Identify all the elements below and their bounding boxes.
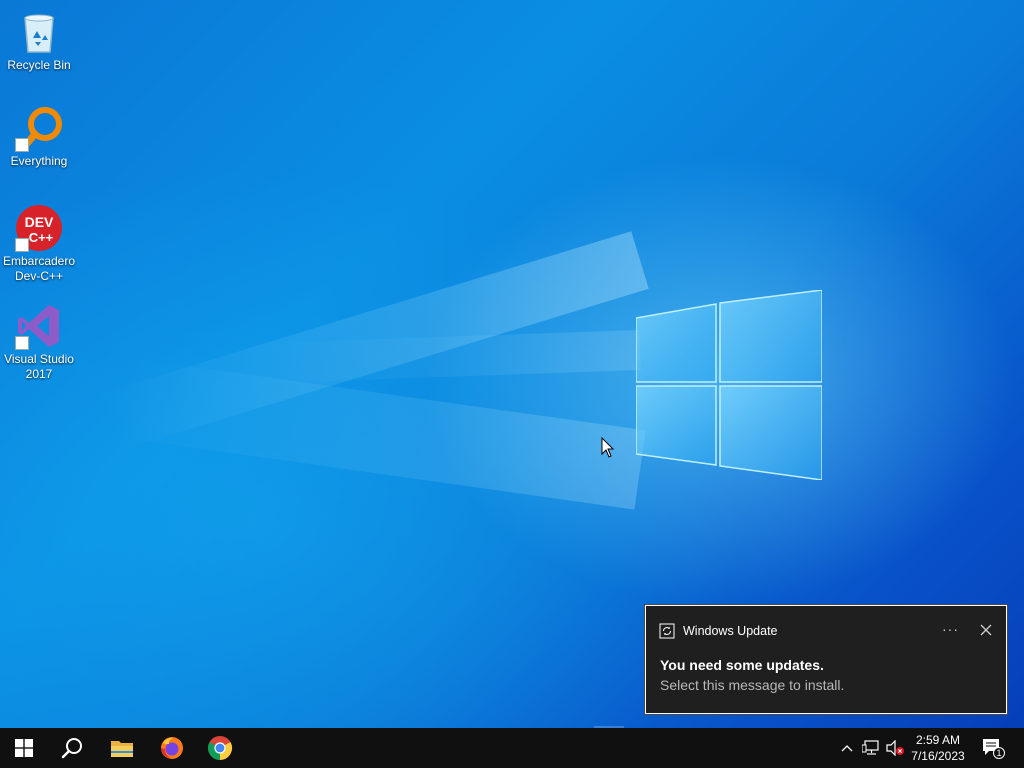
chrome-icon: [207, 736, 233, 760]
windows-logo-wallpaper: [636, 290, 822, 480]
desktop-icon-recycle-bin[interactable]: Recycle Bin: [0, 8, 78, 73]
file-explorer-button[interactable]: [98, 728, 146, 768]
action-center-icon: 1: [983, 739, 1005, 759]
desktop-icon-label: Recycle Bin: [7, 58, 71, 72]
notification-body: Select this message to install.: [660, 677, 845, 693]
volume-button[interactable]: [884, 728, 906, 768]
firefox-button[interactable]: [148, 728, 196, 768]
desktop-icon-visual-studio[interactable]: Visual Studio 2017: [0, 302, 78, 382]
notification-header: Windows Update ···: [659, 621, 993, 639]
search-button[interactable]: [48, 728, 96, 768]
svg-text:DEV: DEV: [25, 214, 54, 230]
shortcut-arrow-icon: [15, 336, 29, 350]
firefox-icon: [161, 737, 183, 759]
notification-app-name: Windows Update: [683, 624, 778, 638]
recycle-bin-icon: [24, 14, 54, 53]
action-center-button[interactable]: 1: [978, 728, 1008, 768]
notification-more-button[interactable]: ···: [942, 621, 959, 637]
desktop-icon-dev-cpp[interactable]: DEV C++ Embarcadero Dev-C++: [0, 204, 78, 284]
notification-count-badge: 1: [996, 748, 1001, 758]
light-beam: [259, 330, 641, 384]
update-icon: [659, 623, 675, 639]
shortcut-arrow-icon: [15, 238, 29, 252]
start-button[interactable]: [0, 728, 48, 768]
light-beam: [119, 358, 646, 510]
clock-date: 7/16/2023: [911, 749, 965, 763]
svg-text:C++: C++: [29, 230, 54, 245]
close-icon[interactable]: [979, 623, 993, 637]
clock[interactable]: 2:59 AM 7/16/2023: [906, 730, 970, 766]
notification-title: You need some updates.: [660, 657, 824, 673]
clock-time: 2:59 AM: [915, 733, 961, 747]
folder-icon: [111, 741, 133, 757]
desktop-background[interactable]: Recycle Bin Everything DEV C++ Embarcade…: [0, 0, 1024, 728]
chrome-button[interactable]: [196, 728, 244, 768]
windows-logo-icon: [15, 739, 33, 757]
desktop-icon-label: Visual Studio 2017: [4, 352, 74, 381]
network-button[interactable]: [860, 728, 882, 768]
desktop-icon-everything[interactable]: Everything: [0, 104, 78, 169]
volume-muted-icon: [886, 740, 904, 756]
shortcut-arrow-icon: [15, 138, 29, 152]
mouse-cursor-icon: [601, 437, 615, 458]
desktop-icon-label: Everything: [10, 154, 68, 168]
chevron-up-icon: [841, 745, 853, 752]
network-icon: [862, 740, 879, 755]
desktop-icon-label: Embarcadero Dev-C++: [2, 254, 76, 283]
search-icon: [61, 738, 82, 759]
taskbar: 2:59 AM 7/16/2023 1: [0, 728, 1024, 768]
light-beam: [95, 231, 649, 453]
windows-update-notification[interactable]: Windows Update ··· You need some updates…: [644, 604, 1008, 715]
show-hidden-icons-button[interactable]: [838, 728, 856, 768]
